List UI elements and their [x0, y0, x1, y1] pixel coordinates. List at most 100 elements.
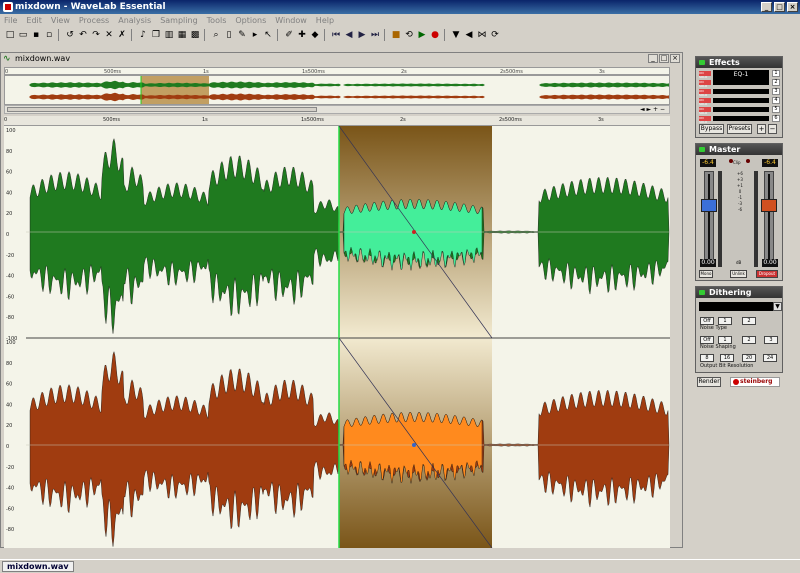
menu-window[interactable]: Window: [275, 14, 307, 27]
doc-close-button[interactable]: ×: [670, 54, 680, 63]
overview-waveform[interactable]: [4, 75, 670, 105]
pencil-icon[interactable]: ✎: [236, 29, 248, 41]
stop-icon[interactable]: ■: [390, 29, 402, 41]
record-icon[interactable]: ●: [429, 29, 441, 41]
refresh-icon[interactable]: ⟳: [489, 29, 501, 41]
noise-shaping-1-button[interactable]: 1: [718, 336, 732, 344]
menu-process[interactable]: Process: [79, 14, 109, 27]
split-view-icon[interactable]: ▥: [163, 29, 175, 41]
revert-icon[interactable]: ↺: [64, 29, 76, 41]
slot-effect-box[interactable]: [713, 107, 769, 112]
effect-slot[interactable]: ON SOLO 2: [699, 79, 781, 88]
tile-icon[interactable]: ▦: [176, 29, 188, 41]
slot-on-solo-button[interactable]: ON SOLO: [699, 80, 711, 88]
right-scrollbar[interactable]: [789, 56, 799, 556]
document-tab[interactable]: mixdown.wav: [2, 561, 74, 572]
noise-shaping-off-button[interactable]: Off: [700, 336, 714, 344]
right-fader-handle[interactable]: [761, 199, 777, 212]
bit-8-button[interactable]: 8: [700, 354, 714, 362]
menu-edit[interactable]: Edit: [26, 14, 42, 27]
menu-tools[interactable]: Tools: [207, 14, 227, 27]
new-icon[interactable]: □: [4, 29, 16, 41]
right-fader[interactable]: [761, 171, 777, 267]
slot-on-solo-button[interactable]: ON SOLO: [699, 71, 711, 79]
rewind-icon[interactable]: ◀: [343, 29, 355, 41]
play-icon[interactable]: ▶: [416, 29, 428, 41]
meter-icon[interactable]: ▼: [450, 29, 462, 41]
unlink-button[interactable]: Unlink: [730, 270, 747, 278]
slot-effect-box[interactable]: [713, 98, 769, 103]
play-tool-icon[interactable]: ▸: [249, 29, 261, 41]
save-as-icon[interactable]: ▫: [43, 29, 55, 41]
minimize-button[interactable]: _: [761, 2, 772, 12]
maximize-button[interactable]: □: [774, 2, 785, 12]
menu-analysis[interactable]: Analysis: [118, 14, 151, 27]
bit-20-button[interactable]: 20: [742, 354, 756, 362]
overview-scrollbar[interactable]: ◄ ► + −: [4, 105, 670, 114]
effect-slot[interactable]: ON SOLO 4: [699, 97, 781, 106]
dithering-type-select[interactable]: [699, 302, 773, 311]
slot-effect-box[interactable]: [713, 80, 769, 85]
loop-icon[interactable]: ⟲: [403, 29, 415, 41]
delete-icon[interactable]: ✗: [116, 29, 128, 41]
bypass-button[interactable]: Bypass: [699, 124, 724, 134]
grid-icon[interactable]: ▩: [189, 29, 201, 41]
slot-effect-box[interactable]: [713, 89, 769, 94]
cut-icon[interactable]: ✕: [103, 29, 115, 41]
close-button[interactable]: ×: [787, 2, 798, 12]
filter-icon[interactable]: ◀: [463, 29, 475, 41]
left-fader[interactable]: [701, 171, 717, 267]
save-icon[interactable]: ▪: [30, 29, 42, 41]
menu-sampling[interactable]: Sampling: [160, 14, 197, 27]
presets-button[interactable]: Presets: [727, 124, 752, 134]
scroll-arrows-icon[interactable]: ◄ ► + −: [640, 106, 665, 113]
slot-on-solo-button[interactable]: ON SOLO: [699, 107, 711, 115]
scroll-thumb[interactable]: [7, 107, 317, 112]
edit-tool-icon[interactable]: ✐: [283, 29, 295, 41]
forward-icon[interactable]: ▶: [356, 29, 368, 41]
marker-icon[interactable]: ✚: [296, 29, 308, 41]
slot-on-solo-button[interactable]: ON SOLO: [699, 89, 711, 97]
remove-effect-button[interactable]: −: [768, 124, 777, 134]
noise-type-1-button[interactable]: 1: [718, 317, 732, 325]
slot-on-solo-button[interactable]: ON SOLO: [699, 98, 711, 106]
effect-slot[interactable]: ON SOLO 5: [699, 106, 781, 115]
effect-slot[interactable]: ON SOLO 3: [699, 88, 781, 97]
slot-effect-box[interactable]: [713, 116, 769, 121]
cursor-icon[interactable]: ↖: [262, 29, 274, 41]
effect-slot-1-name[interactable]: EQ-1: [713, 70, 769, 80]
chevron-down-icon[interactable]: ▼: [773, 302, 782, 311]
select-icon[interactable]: ▯: [223, 29, 235, 41]
next-icon[interactable]: ⏭: [369, 29, 381, 41]
time-ruler[interactable]: 0 500ms 1s 1s500ms 2s 2s500ms 3s: [4, 116, 670, 126]
noise-shaping-3-button[interactable]: 3: [764, 336, 778, 344]
main-waveform[interactable]: 100 100 80 80 60 60 40 40 20 20 0 0 -20 -20 -40 -40 -60-…: [4, 125, 670, 554]
effect-slot[interactable]: ON SOLO 6: [699, 115, 781, 124]
undo-icon[interactable]: ↶: [77, 29, 89, 41]
speaker-icon[interactable]: ♪: [137, 29, 149, 41]
mono-button[interactable]: Mono: [699, 270, 713, 278]
compare-icon[interactable]: ⋈: [476, 29, 488, 41]
add-effect-button[interactable]: +: [757, 124, 766, 134]
menu-view[interactable]: View: [51, 14, 70, 27]
doc-minimize-button[interactable]: _: [648, 54, 658, 63]
slot-on-solo-button[interactable]: ON SOLO: [699, 116, 711, 124]
noise-type-2-button[interactable]: 2: [742, 317, 756, 325]
redo-icon[interactable]: ↷: [90, 29, 102, 41]
prev-icon[interactable]: ⏮: [330, 29, 342, 41]
dropout-button[interactable]: Dropout: [756, 270, 778, 278]
left-fader-handle[interactable]: [701, 199, 717, 212]
menu-file[interactable]: File: [4, 14, 17, 27]
noise-shaping-2-button[interactable]: 2: [742, 336, 756, 344]
doc-maximize-button[interactable]: □: [659, 54, 669, 63]
render-button[interactable]: Render: [697, 377, 721, 387]
noise-type-off-button[interactable]: Off: [700, 317, 714, 325]
bit-16-button[interactable]: 16: [720, 354, 734, 362]
zoom-icon[interactable]: ⌕: [210, 29, 222, 41]
open-icon[interactable]: ▭: [17, 29, 29, 41]
copy-icon[interactable]: ❐: [150, 29, 162, 41]
menu-help[interactable]: Help: [316, 14, 334, 27]
bit-24-button[interactable]: 24: [763, 354, 777, 362]
locate-icon[interactable]: ◆: [309, 29, 321, 41]
menu-options[interactable]: Options: [235, 14, 266, 27]
